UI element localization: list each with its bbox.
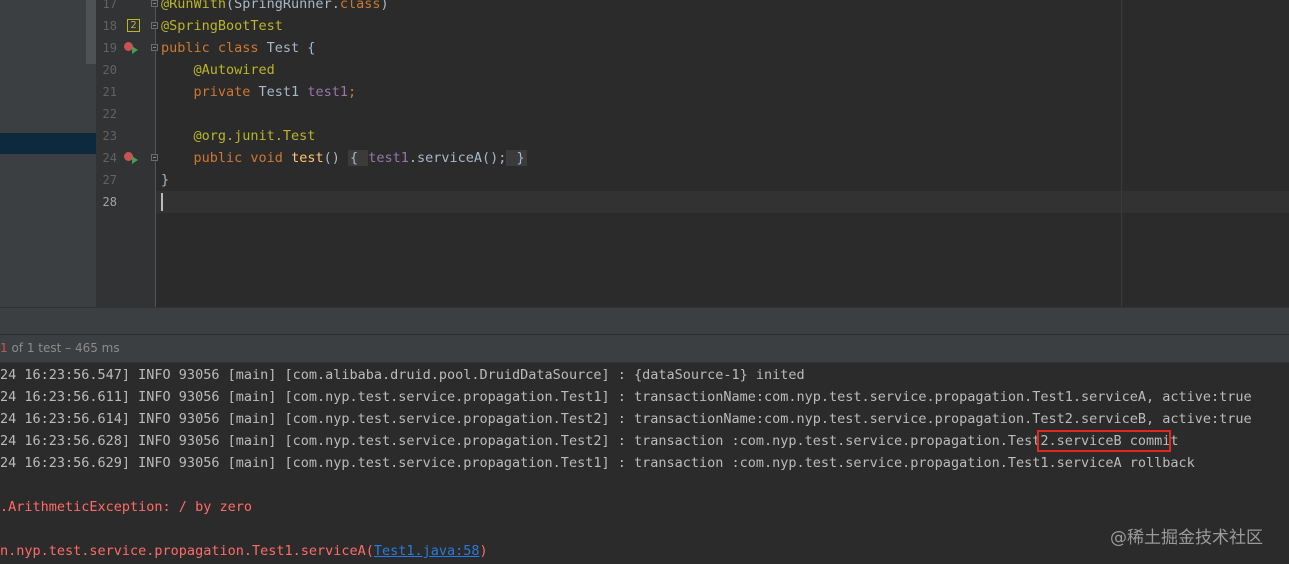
- line-number: 22: [102, 107, 117, 121]
- line-number: 28: [102, 195, 117, 209]
- fold-icon[interactable]: [151, 0, 158, 7]
- code-line: 21 private Test1 test1;: [0, 81, 1289, 103]
- text-caret: [161, 193, 163, 211]
- run-test-icon[interactable]: [124, 151, 140, 165]
- code-text: @Autowired: [193, 62, 275, 78]
- code-text: private Test1 test1;: [193, 84, 357, 100]
- line-number: 27: [102, 173, 117, 187]
- fold-icon[interactable]: [151, 154, 158, 161]
- line-number: 23: [102, 129, 117, 143]
- code-line: 22: [0, 103, 1289, 125]
- tests-summary: of 1 test – 465 ms: [7, 341, 120, 355]
- log-line: 24 16:23:56.629] INFO 93056 [main] [com.…: [0, 455, 1195, 471]
- line-number: 20: [102, 63, 117, 77]
- code-text: @SpringBootTest: [161, 18, 283, 34]
- exception-line: .ArithmeticException: / by zero: [0, 499, 252, 515]
- watermark: @稀土掘金技术社区: [1110, 528, 1263, 548]
- log-line: 24 16:23:56.628] INFO 93056 [main] [com.…: [0, 433, 1179, 449]
- line-number: 19: [102, 41, 117, 55]
- code-line: 24 public void test() { test1.serviceA()…: [0, 147, 1289, 169]
- line-number: 17: [102, 0, 117, 11]
- fold-icon[interactable]: [151, 44, 158, 51]
- line-number: 18: [102, 19, 117, 33]
- stack-frame: n.nyp.test.service.propagation.Test1.ser…: [0, 543, 374, 559]
- code-line: 20 @Autowired: [0, 59, 1289, 81]
- code-line: 28: [0, 191, 1289, 213]
- code-line: 23 @org.junit.Test: [0, 125, 1289, 147]
- log-line: 24 16:23:56.547] INFO 93056 [main] [com.…: [0, 367, 805, 383]
- line-number: 24: [102, 151, 117, 165]
- code-text: @org.junit.Test: [193, 128, 316, 144]
- code-line: 17 @RunWith(SpringRunner.class): [0, 0, 1289, 15]
- log-line: 24 16:23:56.611] INFO 93056 [main] [com.…: [0, 389, 1252, 405]
- code-line: 19 public class Test {: [0, 37, 1289, 59]
- stack-trace-line: n.nyp.test.service.propagation.Test1.ser…: [0, 540, 488, 562]
- annotation-count-badge[interactable]: 2: [127, 19, 140, 32]
- code-line: 18 2 @SpringBootTest: [0, 15, 1289, 37]
- run-test-icon[interactable]: [124, 41, 140, 55]
- tests-passed-count: 1: [0, 341, 8, 355]
- log-line: 24 16:23:56.614] INFO 93056 [main] [com.…: [0, 411, 1252, 427]
- code-line: 27}: [0, 169, 1289, 191]
- test-status-bar: 1 of 1 test – 465 ms: [0, 334, 1289, 363]
- code-text: public class Test {: [161, 40, 316, 56]
- highlight-annotation-box: [1037, 430, 1171, 452]
- source-link[interactable]: Test1.java:58: [374, 543, 480, 559]
- code-text: @RunWith(SpringRunner.class): [161, 0, 389, 12]
- code-text: public void test() { test1.serviceA(); }: [193, 150, 527, 166]
- fold-icon[interactable]: [151, 22, 158, 29]
- run-panel-toolbar: [0, 307, 1289, 334]
- stack-frame-end: ): [479, 543, 488, 559]
- code-text: }: [161, 172, 170, 188]
- line-number: 21: [102, 85, 117, 99]
